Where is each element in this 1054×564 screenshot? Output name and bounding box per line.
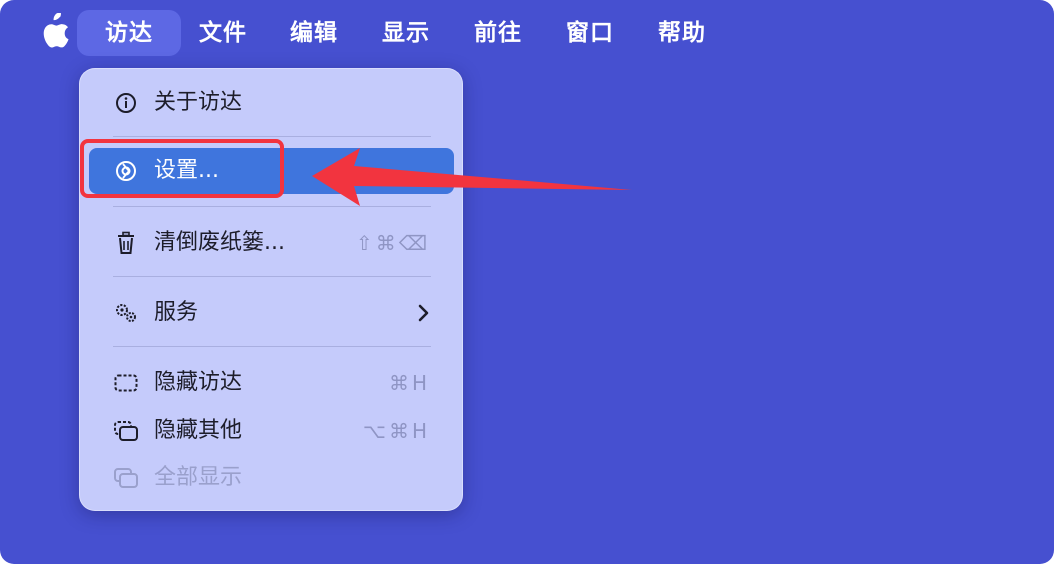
menu-help[interactable]: 帮助 — [658, 10, 706, 56]
show-all-icon — [114, 468, 138, 488]
hide-others-icon — [114, 421, 138, 441]
menu-separator — [113, 276, 431, 277]
menu-item-label: 关于访达 — [154, 90, 243, 115]
menu-item-show-all: 全部显示 — [89, 455, 454, 501]
menu-edit[interactable]: 编辑 — [290, 10, 338, 56]
menu-bar: 访达 文件 编辑 显示 前往 窗口 帮助 — [0, 0, 1054, 66]
menu-separator — [113, 346, 431, 347]
menu-item-label: 隐藏访达 — [154, 370, 243, 395]
menu-item-empty-trash[interactable]: 清倒废纸篓... ⇧⌘⌫ — [89, 220, 454, 266]
menu-item-hide-others[interactable]: 隐藏其他 ⌥⌘H — [89, 408, 454, 454]
shortcut-hint: ⌥⌘H — [362, 419, 430, 443]
chevron-right-icon — [418, 304, 429, 322]
menu-item-label: 隐藏其他 — [154, 418, 243, 443]
menu-item-hide-finder[interactable]: 隐藏访达 ⌘H — [89, 360, 454, 406]
menu-item-services[interactable]: 服务 — [89, 290, 454, 336]
menu-item-label: 清倒废纸篓... — [154, 230, 285, 255]
menu-go[interactable]: 前往 — [474, 10, 522, 56]
services-gears-icon — [116, 304, 136, 322]
desktop: 访达 文件 编辑 显示 前往 窗口 帮助 关于访达 设置... 清倒废纸篓...… — [0, 0, 1054, 564]
trash-icon — [118, 231, 134, 254]
hide-window-icon — [114, 374, 138, 392]
menu-window[interactable]: 窗口 — [566, 10, 614, 56]
menu-view[interactable]: 显示 — [382, 10, 430, 56]
finder-dropdown-menu: 关于访达 设置... 清倒废纸篓... ⇧⌘⌫ 服务 隐藏访达 ⌘H 隐藏其他 … — [79, 68, 463, 511]
menu-finder[interactable]: 访达 — [77, 10, 181, 56]
menu-item-about-finder[interactable]: 关于访达 — [89, 80, 454, 126]
info-circle-icon — [116, 93, 136, 113]
shortcut-hint: ⌘H — [388, 371, 430, 395]
menu-item-label: 服务 — [154, 300, 199, 325]
shortcut-hint: ⇧⌘⌫ — [355, 231, 430, 255]
menu-separator — [113, 136, 431, 137]
menu-file[interactable]: 文件 — [199, 10, 247, 56]
menu-item-label: 全部显示 — [154, 465, 243, 490]
highlight-callout-box — [80, 139, 284, 198]
red-arrow-icon — [312, 148, 632, 206]
apple-logo-icon[interactable] — [36, 13, 70, 51]
